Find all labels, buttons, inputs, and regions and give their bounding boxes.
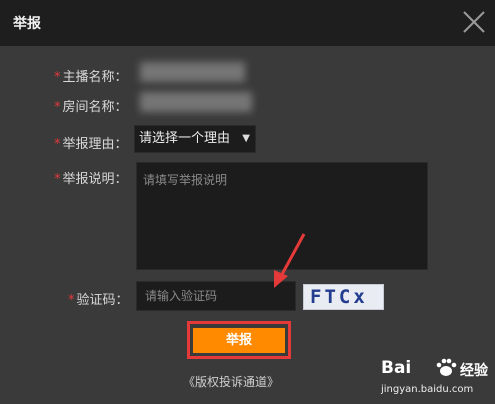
reason-selected-value: 请选择一个理由 bbox=[139, 131, 231, 146]
reason-select[interactable]: 请选择一个理由 ▼ bbox=[134, 125, 256, 153]
room-name-label: 房间名称： bbox=[62, 100, 128, 115]
captcha-image[interactable]: FTCx bbox=[303, 284, 384, 310]
close-icon[interactable] bbox=[460, 8, 488, 36]
description-label: 举报说明： bbox=[62, 172, 128, 187]
streamer-name-row: * 主播名称： bbox=[54, 66, 128, 85]
dialog-header: 举报 bbox=[0, 0, 495, 46]
streamer-name-label: 主播名称： bbox=[62, 70, 128, 85]
dialog-title: 举报 bbox=[13, 16, 41, 32]
redacted-streamer-name bbox=[140, 62, 245, 82]
submit-button[interactable]: 举报 bbox=[193, 328, 285, 353]
watermark-logo-text: Bai bbox=[381, 358, 412, 378]
required-mark: * bbox=[54, 100, 61, 115]
baidu-jingyan-watermark: Bai 经验 jingyan.baidu.com bbox=[379, 358, 491, 402]
watermark-jingyan-text: 经验 bbox=[460, 363, 488, 379]
required-mark: * bbox=[54, 137, 61, 152]
copyright-appeal-link[interactable]: 《版权投诉通道》 bbox=[183, 373, 279, 390]
captcha-label: 验证码： bbox=[76, 293, 129, 308]
reason-label: 举报理由： bbox=[62, 137, 128, 152]
redacted-room-name bbox=[140, 92, 252, 112]
required-mark: * bbox=[54, 70, 61, 85]
chevron-down-icon: ▼ bbox=[242, 133, 250, 144]
room-name-row: * 房间名称： bbox=[54, 96, 128, 115]
required-mark: * bbox=[68, 293, 75, 308]
required-mark: * bbox=[54, 172, 61, 187]
description-row: * 举报说明： bbox=[54, 168, 128, 187]
description-placeholder: 请填写举报说明 bbox=[143, 173, 228, 187]
captcha-placeholder: 请输入验证码 bbox=[145, 289, 218, 303]
watermark-url: jingyan.baidu.com bbox=[381, 384, 474, 395]
captcha-row: * 验证码： bbox=[68, 289, 129, 308]
annotation-arrow-icon bbox=[274, 233, 306, 288]
paw-icon bbox=[436, 358, 457, 376]
reason-row: * 举报理由： bbox=[54, 133, 128, 152]
report-dialog: 举报 * 主播名称： * 房间名称： * 举报理由： 请选择一个理由 ▼ * 举报说明：… bbox=[0, 0, 495, 404]
